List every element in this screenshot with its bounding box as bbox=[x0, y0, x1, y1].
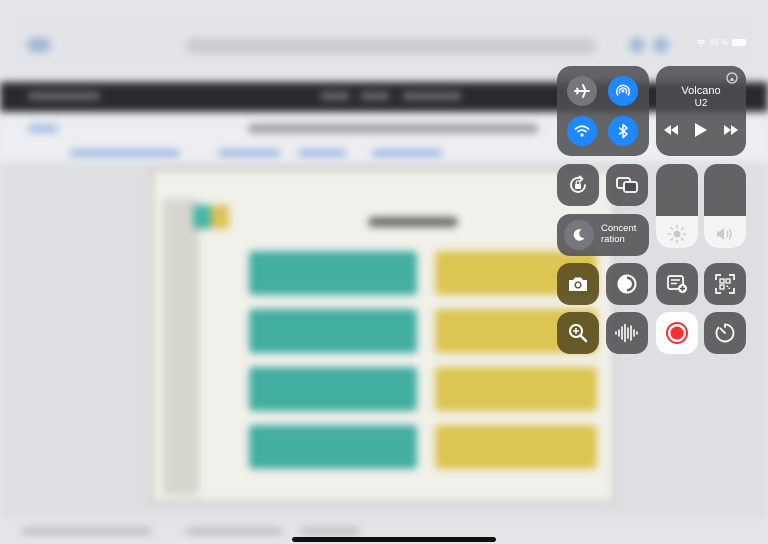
screen-mirroring-icon bbox=[616, 177, 638, 193]
airplane-icon bbox=[574, 84, 590, 98]
airplane-mode-button[interactable] bbox=[567, 76, 597, 106]
volume-slider[interactable] bbox=[704, 164, 746, 248]
rewind-icon[interactable] bbox=[664, 125, 678, 135]
sound-recognition-button[interactable] bbox=[606, 312, 648, 354]
dark-mode-icon bbox=[617, 274, 637, 294]
background-sidebar-icon bbox=[28, 38, 50, 52]
brightness-slider[interactable] bbox=[656, 164, 698, 248]
bluetooth-icon bbox=[618, 123, 628, 139]
magnifier-icon bbox=[569, 324, 588, 343]
sun-icon bbox=[667, 224, 687, 244]
airdrop-icon bbox=[616, 84, 630, 96]
fast-forward-icon[interactable] bbox=[724, 125, 738, 135]
background-address-bar bbox=[186, 38, 596, 54]
background-document-title bbox=[0, 112, 768, 144]
status-bar: 91 % bbox=[696, 38, 746, 47]
bluetooth-button[interactable] bbox=[608, 116, 638, 146]
focus-label: Concent ration bbox=[601, 223, 636, 245]
background-app bbox=[0, 0, 768, 544]
now-playing-module[interactable]: Volcano U2 bbox=[656, 66, 746, 156]
timer-button[interactable] bbox=[704, 312, 746, 354]
background-tabs-icon bbox=[654, 38, 668, 52]
quick-note-button[interactable] bbox=[656, 263, 698, 305]
screen-record-icon bbox=[666, 322, 688, 344]
camera-icon bbox=[569, 277, 587, 291]
background-dark-header bbox=[0, 82, 768, 112]
now-playing-artist: U2 bbox=[694, 98, 708, 109]
orientation-lock-button[interactable] bbox=[557, 164, 599, 206]
play-icon[interactable] bbox=[695, 123, 707, 137]
notes-add-icon bbox=[667, 275, 687, 293]
battery-percent: 91 % bbox=[709, 38, 728, 47]
wifi-icon bbox=[574, 125, 590, 137]
focus-icon-circle bbox=[564, 220, 594, 250]
qr-code-scanner-icon bbox=[715, 274, 735, 294]
wifi-icon bbox=[696, 39, 706, 47]
focus-label-line2: ration bbox=[601, 234, 625, 245]
airplay-icon[interactable] bbox=[726, 72, 738, 84]
background-share-icon bbox=[630, 38, 644, 52]
speaker-icon bbox=[717, 228, 732, 240]
magnifier-button[interactable] bbox=[557, 312, 599, 354]
connectivity-module bbox=[557, 66, 649, 156]
code-scanner-button[interactable] bbox=[704, 263, 746, 305]
wifi-button[interactable] bbox=[567, 116, 597, 146]
dark-mode-button[interactable] bbox=[606, 263, 648, 305]
focus-label-line1: Concent bbox=[601, 223, 637, 234]
moon-icon bbox=[573, 229, 585, 241]
rotation-lock-icon bbox=[570, 175, 586, 193]
now-playing-title: Volcano bbox=[681, 85, 721, 97]
camera-button[interactable] bbox=[557, 263, 599, 305]
sound-recognition-icon bbox=[615, 323, 638, 343]
screen-mirroring-button[interactable] bbox=[606, 164, 648, 206]
background-toolbar bbox=[0, 0, 768, 80]
timer-icon bbox=[715, 323, 735, 343]
battery-icon bbox=[732, 39, 746, 46]
home-indicator[interactable] bbox=[292, 537, 496, 542]
screen-record-button[interactable] bbox=[656, 312, 698, 354]
background-tab-row bbox=[0, 144, 768, 162]
airdrop-button[interactable] bbox=[608, 76, 638, 106]
focus-button[interactable]: Concent ration bbox=[557, 214, 649, 256]
background-slide bbox=[150, 168, 616, 504]
